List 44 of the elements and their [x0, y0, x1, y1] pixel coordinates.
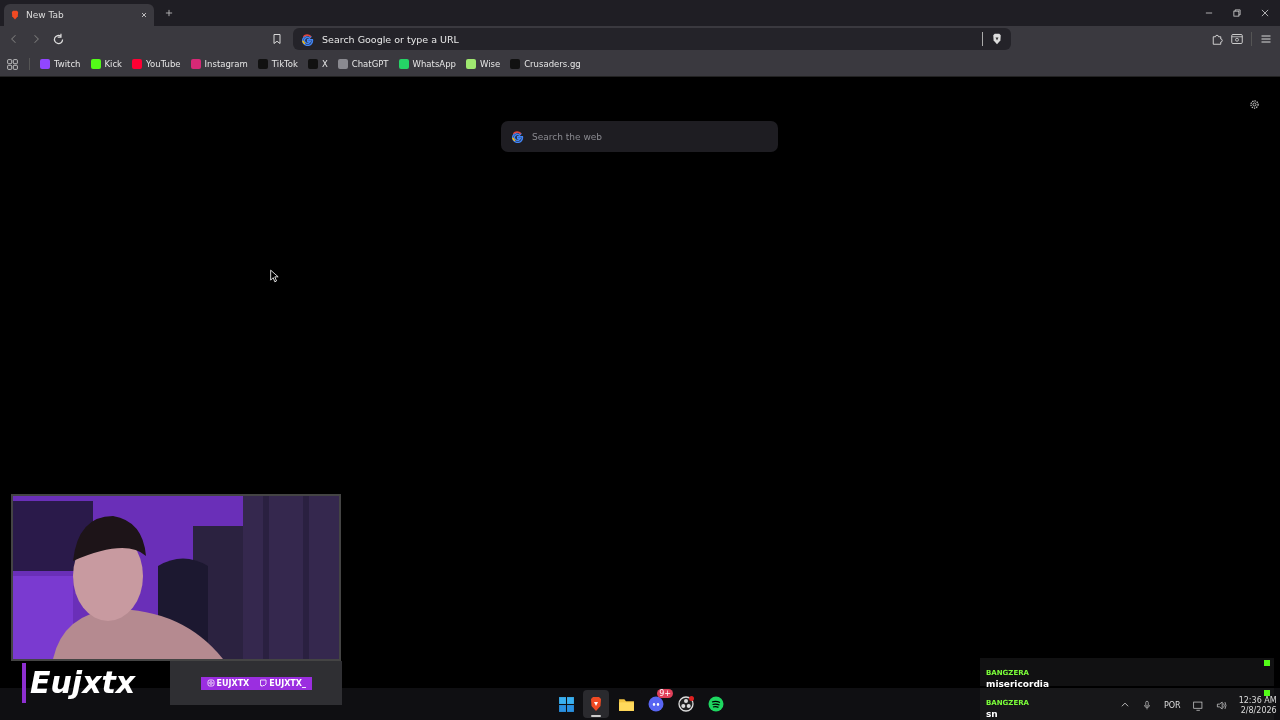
language-indicator[interactable]: POR [1164, 700, 1181, 710]
bookmark-link[interactable]: TikTok [257, 59, 298, 69]
reload-icon[interactable] [52, 32, 65, 46]
apps-grid-icon[interactable] [6, 57, 19, 71]
bookmark-link[interactable]: ChatGPT [337, 59, 389, 69]
bookmark-link[interactable]: YouTube [132, 59, 181, 69]
taskbar-app[interactable] [583, 690, 609, 718]
lion-shield-icon[interactable] [991, 33, 1003, 45]
microphone-icon[interactable] [1142, 700, 1152, 710]
search-field[interactable]: Search the web [501, 121, 778, 152]
lion-shield-icon [10, 10, 20, 20]
browser-tab[interactable]: New Tab [4, 4, 154, 26]
google-icon [301, 32, 314, 46]
bookmark-icon[interactable] [271, 33, 283, 45]
music-icon[interactable] [708, 696, 724, 712]
bookmark-link[interactable]: Instagram [190, 59, 248, 69]
handle-text: EUJXTX_ [269, 678, 306, 688]
windows-icon[interactable] [557, 695, 575, 713]
chevron-up-icon[interactable] [1120, 700, 1130, 710]
bookmark-link[interactable]: Kick [90, 59, 123, 69]
bookmark-link[interactable]: Wise [465, 59, 501, 69]
bookmark-link[interactable]: WhatsApp [398, 59, 456, 69]
window-search-icon[interactable] [1231, 33, 1243, 45]
address-bar[interactable]: Search Google or type a URL [293, 28, 1011, 50]
speaker-icon[interactable] [1215, 699, 1227, 711]
lion-shield-icon[interactable] [588, 696, 604, 712]
close-icon[interactable] [1260, 8, 1270, 18]
chat-bubble-icon [259, 679, 268, 687]
restore-icon[interactable] [1232, 8, 1242, 18]
google-icon [511, 130, 524, 143]
cursor-icon [269, 269, 279, 283]
chat-message: misericordia [986, 679, 1050, 689]
bookmark-link[interactable]: Crusaders.gg [510, 59, 581, 69]
bookmark-link[interactable]: Twitch [40, 59, 81, 69]
handle-text: EUJXTX [216, 678, 250, 688]
settings-icon[interactable] [1249, 99, 1260, 110]
menu-icon[interactable] [1260, 33, 1272, 45]
bookmark-link[interactable]: X [307, 59, 328, 69]
camera-icon [206, 679, 215, 687]
notification-badge: 9+ [657, 689, 673, 698]
monitor-icon[interactable] [1192, 699, 1204, 711]
plus-icon[interactable] [164, 8, 174, 18]
clock[interactable]: 12:36 AM 2/8/2026 [1238, 695, 1277, 715]
close-icon[interactable] [140, 11, 148, 19]
